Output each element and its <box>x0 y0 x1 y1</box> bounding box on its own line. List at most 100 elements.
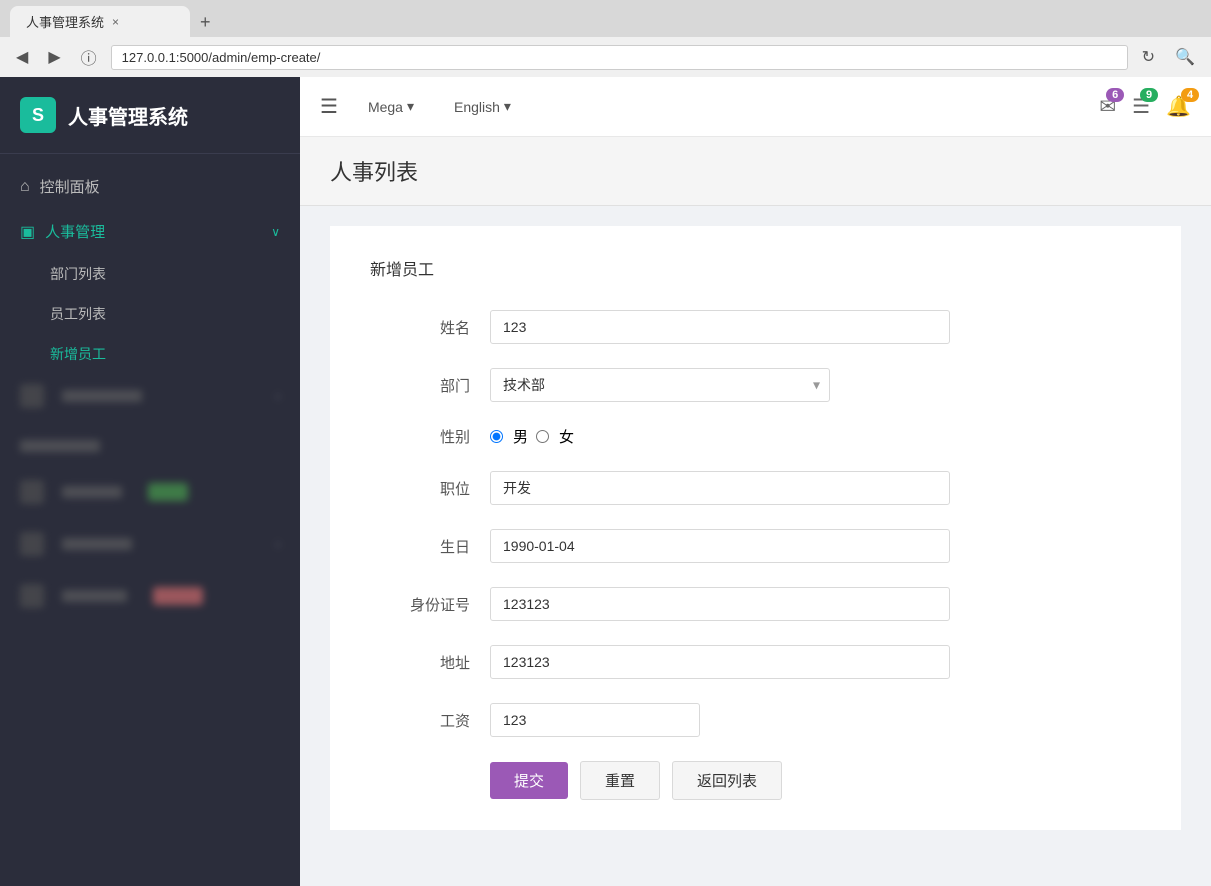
sidebar-blurred-section-3 <box>0 470 300 514</box>
name-field-wrapper <box>490 310 1141 344</box>
blurred-chevron-1: › <box>276 389 280 403</box>
logo-letter: S <box>32 105 44 126</box>
sidebar-blurred-section-4: › <box>0 522 300 566</box>
refresh-button[interactable]: ↻ <box>1136 45 1161 69</box>
position-field-wrapper <box>490 471 1141 505</box>
dashboard-label: 控制面板 <box>40 176 100 197</box>
bell-badge: 4 <box>1181 88 1199 102</box>
gender-female-radio[interactable] <box>536 430 549 443</box>
gender-female-label: 女 <box>559 426 574 447</box>
blurred-badge-5 <box>153 587 203 605</box>
sidebar-item-add-employee[interactable]: 新增员工 <box>0 334 300 374</box>
form-section-title: 新增员工 <box>370 256 1141 280</box>
language-selector[interactable]: English ▾ <box>444 92 521 121</box>
birthday-label: 生日 <box>370 536 490 557</box>
dept-select[interactable]: 技术部 销售部 市场部 人事部 <box>490 368 830 402</box>
id-label: 身份证号 <box>370 594 490 615</box>
browser-chrome: 人事管理系统 × + ◀ ▶ ⓘ ↻ 🔍 <box>0 0 1211 77</box>
navbar-icon-group: ✉ 6 ☰ 9 🔔 4 <box>1099 94 1191 119</box>
dashboard-icon: ⌂ <box>20 178 30 196</box>
position-label: 职位 <box>370 478 490 499</box>
info-button[interactable]: ⓘ <box>75 43 103 71</box>
bell-button[interactable]: 🔔 4 <box>1166 94 1191 119</box>
top-navbar: ☰ Mega ▾ English ▾ ✉ 6 ☰ 9 🔔 <box>300 77 1211 137</box>
language-chevron: ▾ <box>504 98 511 115</box>
hamburger-button[interactable]: ☰ <box>320 94 338 119</box>
address-bar: ◀ ▶ ⓘ ↻ 🔍 <box>0 37 1211 77</box>
mega-menu-button[interactable]: Mega ▾ <box>358 92 424 121</box>
gender-male-label: 男 <box>513 426 528 447</box>
sidebar-logo: S 人事管理系统 <box>0 77 300 154</box>
page-content: 人事列表 新增员工 姓名 部门 技术部 <box>300 137 1211 886</box>
page-header: 人事列表 <box>300 137 1211 206</box>
sidebar-blurred-section-1: › <box>0 374 300 418</box>
list-badge: 9 <box>1140 88 1158 102</box>
dept-list-label: 部门列表 <box>50 264 106 284</box>
position-input[interactable] <box>490 471 950 505</box>
back-to-list-button[interactable]: 返回列表 <box>672 761 782 800</box>
address-label: 地址 <box>370 652 490 673</box>
address-field-wrapper <box>490 645 1141 679</box>
forward-button[interactable]: ▶ <box>42 45 66 69</box>
employee-list-label: 员工列表 <box>50 304 106 324</box>
sidebar-item-hr-management[interactable]: ▣ 人事管理 ∨ <box>0 209 300 254</box>
hr-management-icon: ▣ <box>20 222 35 242</box>
form-actions: 提交 重置 返回列表 <box>490 761 1141 800</box>
app-layout: S 人事管理系统 ⌂ 控制面板 ▣ 人事管理 ∨ 部门列表 员 <box>0 77 1211 886</box>
new-tab-button[interactable]: + <box>190 8 221 37</box>
salary-input[interactable] <box>490 703 700 737</box>
gender-male-radio[interactable] <box>490 430 503 443</box>
blurred-badge-3 <box>148 483 188 501</box>
blurred-chevron-4: › <box>276 537 280 551</box>
page-title: 人事列表 <box>330 155 1181 187</box>
active-tab[interactable]: 人事管理系统 × <box>10 6 190 37</box>
sidebar-sub-menu: 部门列表 员工列表 新增员工 <box>0 254 300 374</box>
form-row-name: 姓名 <box>370 310 1141 344</box>
id-input[interactable] <box>490 587 950 621</box>
tab-close-button[interactable]: × <box>112 15 119 29</box>
url-input[interactable] <box>111 45 1128 70</box>
birthday-field-wrapper <box>490 529 1141 563</box>
hr-management-chevron: ∨ <box>271 225 280 239</box>
blurred-text-4 <box>62 538 132 550</box>
name-input[interactable] <box>490 310 950 344</box>
reset-button[interactable]: 重置 <box>580 761 660 800</box>
blurred-icon-4 <box>20 532 44 556</box>
form-row-position: 职位 <box>370 471 1141 505</box>
dept-label: 部门 <box>370 375 490 396</box>
logo-icon: S <box>20 97 56 133</box>
add-employee-label: 新增员工 <box>50 344 106 364</box>
sidebar-item-dashboard[interactable]: ⌂ 控制面板 <box>0 164 300 209</box>
submit-button[interactable]: 提交 <box>490 762 568 799</box>
blurred-text-5 <box>62 590 127 602</box>
main-content: ☰ Mega ▾ English ▾ ✉ 6 ☰ 9 🔔 <box>300 77 1211 886</box>
back-button[interactable]: ◀ <box>10 45 34 69</box>
blurred-icon-3 <box>20 480 44 504</box>
mail-badge: 6 <box>1106 88 1124 102</box>
sidebar-blurred-section-5 <box>0 574 300 618</box>
form-container: 新增员工 姓名 部门 技术部 销售部 <box>330 226 1181 830</box>
form-row-birthday: 生日 <box>370 529 1141 563</box>
browser-search-button[interactable]: 🔍 <box>1169 45 1201 69</box>
salary-label: 工资 <box>370 710 490 731</box>
hr-management-label: 人事管理 <box>45 221 105 242</box>
sidebar-item-employee-list[interactable]: 员工列表 <box>0 294 300 334</box>
gender-radio-group: 男 女 <box>490 426 1141 447</box>
address-input[interactable] <box>490 645 950 679</box>
blurred-text-1 <box>62 390 142 402</box>
form-row-salary: 工资 <box>370 703 1141 737</box>
salary-field-wrapper <box>490 703 1141 737</box>
blurred-icon-1 <box>20 384 44 408</box>
birthday-input[interactable] <box>490 529 950 563</box>
dept-select-wrapper: 技术部 销售部 市场部 人事部 ▾ <box>490 368 830 402</box>
form-row-gender: 性别 男 女 <box>370 426 1141 447</box>
form-row-address: 地址 <box>370 645 1141 679</box>
tab-bar: 人事管理系统 × + <box>0 0 1211 37</box>
blurred-text-2 <box>20 440 100 452</box>
mail-button[interactable]: ✉ 6 <box>1099 94 1116 119</box>
gender-label: 性别 <box>370 426 490 447</box>
notifications-list-button[interactable]: ☰ 9 <box>1132 94 1150 119</box>
sidebar-item-dept-list[interactable]: 部门列表 <box>0 254 300 294</box>
mega-label: Mega <box>368 99 403 115</box>
sidebar: S 人事管理系统 ⌂ 控制面板 ▣ 人事管理 ∨ 部门列表 员 <box>0 77 300 886</box>
